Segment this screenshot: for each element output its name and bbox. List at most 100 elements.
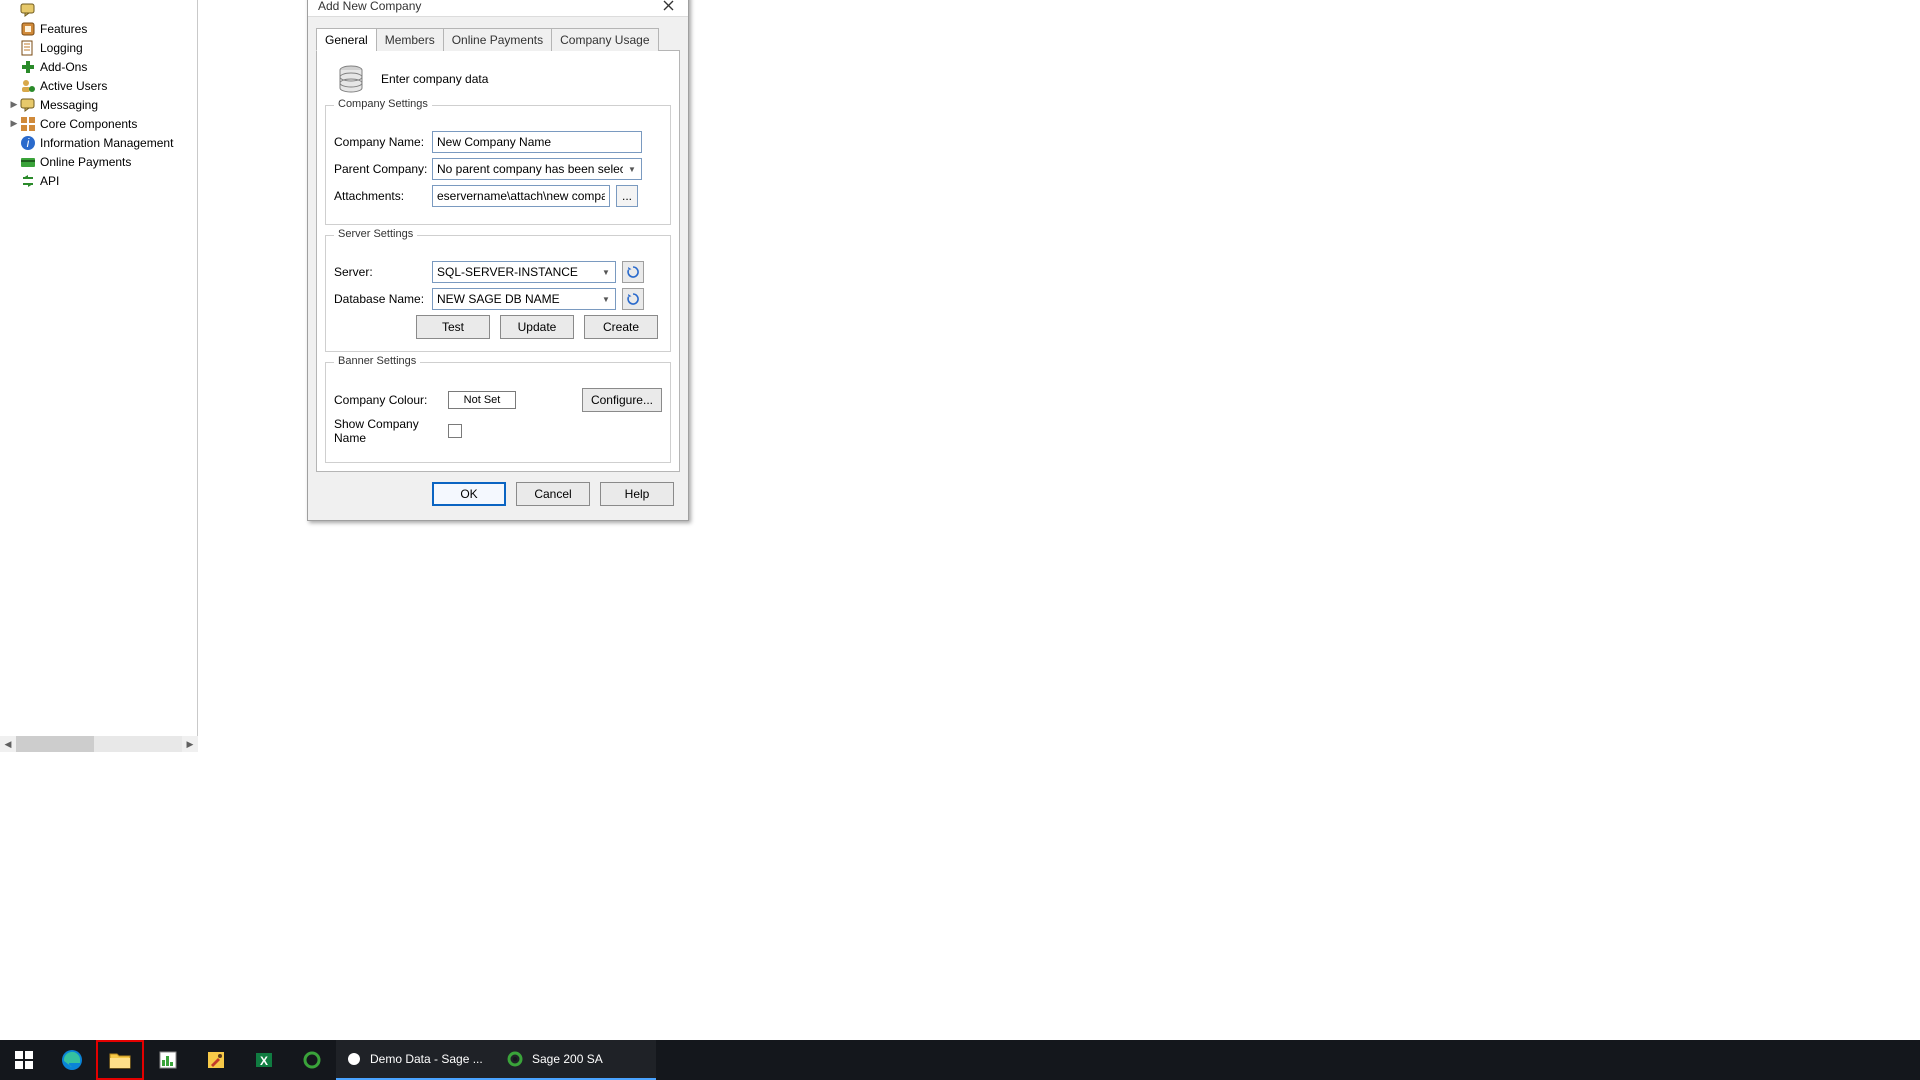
refresh-server-button[interactable] [622, 261, 644, 283]
dialog-titlebar[interactable]: Add New Company [308, 0, 688, 17]
tab-company-usage[interactable]: Company Usage [551, 28, 658, 51]
chevron-down-icon[interactable]: ▼ [597, 289, 615, 309]
parent-company-select[interactable]: No parent company has been selecte ▼ [432, 158, 642, 180]
configure-colour-button[interactable]: Configure... [582, 388, 662, 412]
cancel-button[interactable]: Cancel [516, 482, 590, 506]
refresh-database-button[interactable] [622, 288, 644, 310]
taskbar-app-1[interactable] [144, 1040, 192, 1080]
tree-item-online-payments[interactable]: Online Payments [6, 152, 197, 171]
taskbar-app-label: Sage 200 SA [532, 1052, 603, 1066]
taskbar-app-demo-data[interactable]: Demo Data - Sage ... [336, 1040, 496, 1080]
label-show-company-name: Show Company Name [334, 417, 448, 445]
label-attachments: Attachments: [334, 189, 432, 203]
close-button[interactable] [648, 0, 688, 17]
users-icon [20, 78, 36, 94]
tab-online-payments[interactable]: Online Payments [443, 28, 552, 51]
attachments-input[interactable] [432, 185, 610, 207]
start-button[interactable] [0, 1040, 48, 1080]
ok-button[interactable]: OK [432, 482, 506, 506]
database-value: NEW SAGE DB NAME [433, 292, 597, 306]
card-icon [20, 154, 36, 170]
expander-icon[interactable]: ▶ [8, 99, 20, 110]
close-icon [663, 0, 674, 11]
tree-item-logging[interactable]: Logging [6, 38, 197, 57]
tree-item-core-components[interactable]: ▶ Core Components [6, 114, 197, 133]
tree-item-label: Online Payments [40, 155, 131, 169]
tree-item-label: Information Management [40, 136, 173, 150]
taskbar-app-sage-200[interactable]: Sage 200 SA [496, 1040, 656, 1080]
group-company-settings: Company Settings Company Name: Parent Co… [325, 105, 671, 225]
taskbar-excel[interactable]: X [240, 1040, 288, 1080]
tree-item-label: Features [40, 22, 87, 36]
tab-page-general: Enter company data Company Settings Comp… [316, 51, 680, 472]
gear-icon [302, 1050, 322, 1070]
taskbar: X Demo Data - Sage ... Sage 200 SA [0, 1040, 1920, 1080]
scroll-left-icon[interactable]: ◀ [0, 736, 16, 752]
scroll-thumb[interactable] [16, 736, 94, 752]
label-database-name: Database Name: [334, 292, 432, 306]
tree-item-addons[interactable]: Add-Ons [6, 57, 197, 76]
chevron-down-icon[interactable]: ▼ [597, 262, 615, 282]
gear-icon [506, 1050, 524, 1068]
group-banner-settings: Banner Settings Company Colour: Not Set … [325, 362, 671, 463]
server-value: SQL-SERVER-INSTANCE [433, 265, 597, 279]
tree-item-label: Active Users [40, 79, 107, 93]
dialog-tabs: General Members Online Payments Company … [316, 27, 680, 51]
company-colour-swatch[interactable]: Not Set [448, 391, 516, 409]
taskbar-app-label: Demo Data - Sage ... [370, 1052, 483, 1066]
tree-item-features[interactable]: Features [6, 19, 197, 38]
dialog-title: Add New Company [318, 0, 648, 13]
excel-icon: X [254, 1050, 274, 1070]
help-button[interactable]: Help [600, 482, 674, 506]
group-legend: Server Settings [334, 228, 417, 240]
tree-item-label: Messaging [40, 98, 98, 112]
taskbar-edge[interactable] [48, 1040, 96, 1080]
label-company-name: Company Name: [334, 135, 432, 149]
tab-members[interactable]: Members [376, 28, 444, 51]
tree-item-label: Core Components [40, 117, 137, 131]
feature-icon [20, 21, 36, 37]
taskbar-file-explorer[interactable] [96, 1040, 144, 1080]
log-icon [20, 40, 36, 56]
chevron-down-icon[interactable]: ▼ [623, 159, 641, 179]
expander-icon[interactable]: ▶ [8, 118, 20, 129]
parent-company-value: No parent company has been selecte [433, 162, 623, 176]
browse-attachments-button[interactable]: ... [616, 185, 638, 207]
nav-tree-panel: Features Logging Add-Ons Active Users ▶ [0, 0, 198, 752]
plus-icon [20, 59, 36, 75]
scroll-track[interactable] [16, 736, 182, 752]
taskbar-app-2[interactable] [192, 1040, 240, 1080]
database-select[interactable]: NEW SAGE DB NAME ▼ [432, 288, 616, 310]
label-server: Server: [334, 265, 432, 279]
circle-icon [346, 1051, 362, 1067]
tab-general[interactable]: General [316, 28, 377, 51]
dialog-footer: OK Cancel Help [308, 472, 688, 520]
svg-text:i: i [27, 136, 30, 150]
tree-item-info-management[interactable]: i Information Management [6, 133, 197, 152]
tree-item-messaging[interactable]: ▶ Messaging [6, 95, 197, 114]
tree-item-active-users[interactable]: Active Users [6, 76, 197, 95]
company-name-input[interactable] [432, 131, 642, 153]
tree-item[interactable] [6, 0, 197, 19]
tree-item-api[interactable]: API [6, 171, 197, 190]
chart-icon [158, 1050, 178, 1070]
folder-icon [109, 1051, 131, 1069]
windows-icon [15, 1051, 33, 1069]
group-server-settings: Server Settings Server: SQL-SERVER-INSTA… [325, 235, 671, 352]
update-button[interactable]: Update [500, 315, 574, 339]
nav-tree: Features Logging Add-Ons Active Users ▶ [0, 0, 197, 190]
chat-icon [20, 97, 36, 113]
test-button[interactable]: Test [416, 315, 490, 339]
server-select[interactable]: SQL-SERVER-INSTANCE ▼ [432, 261, 616, 283]
scroll-right-icon[interactable]: ▶ [182, 736, 198, 752]
group-legend: Banner Settings [334, 355, 420, 367]
taskbar-gear-1[interactable] [288, 1040, 336, 1080]
tree-horizontal-scrollbar[interactable]: ◀ ▶ [0, 736, 198, 752]
show-company-name-checkbox[interactable] [448, 424, 462, 438]
create-button[interactable]: Create [584, 315, 658, 339]
api-icon [20, 173, 36, 189]
intro-text: Enter company data [381, 72, 488, 86]
tree-item-label: Logging [40, 41, 83, 55]
tree-item-label: Add-Ons [40, 60, 87, 74]
info-icon: i [20, 135, 36, 151]
